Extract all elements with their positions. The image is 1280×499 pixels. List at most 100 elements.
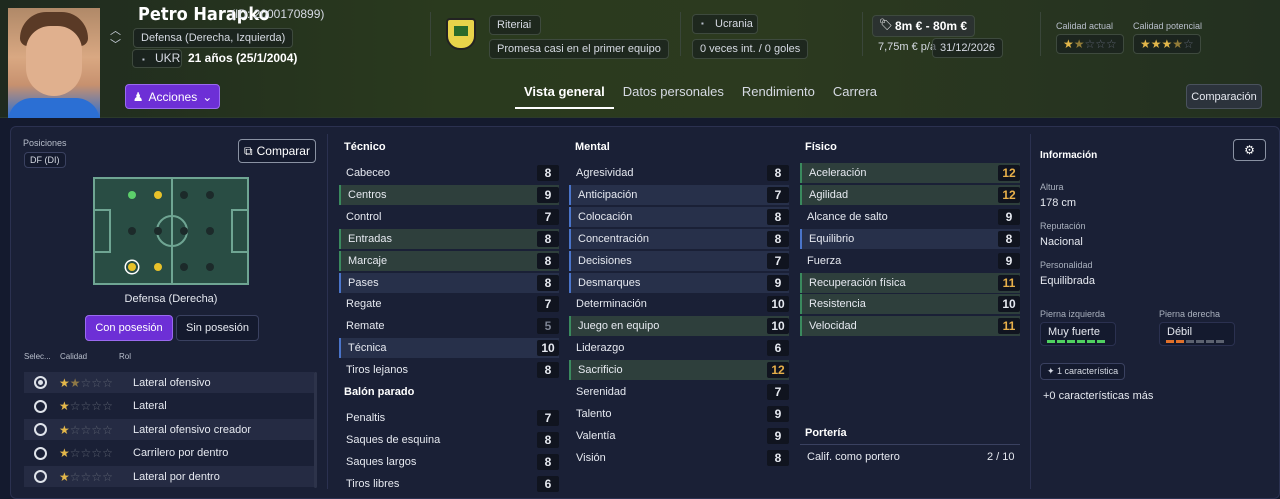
attribute-row[interactable]: Serenidad 7: [569, 382, 789, 402]
attribute-row[interactable]: Regate 7: [339, 294, 559, 314]
attribute-name: Saques de esquina: [346, 433, 441, 446]
attribute-row[interactable]: Pases 8: [339, 272, 559, 293]
role-stars: ★★☆☆☆: [59, 375, 113, 390]
mental-title: Mental: [575, 141, 610, 153]
role-radio[interactable]: [34, 376, 47, 389]
attribute-name: Agilidad: [809, 188, 849, 201]
attribute-row[interactable]: Visión 8: [569, 448, 789, 468]
attribute-value: 9: [998, 252, 1020, 269]
tab-overview[interactable]: Vista general: [515, 82, 614, 109]
attribute-row[interactable]: Saques largos 8: [339, 452, 559, 472]
attribute-row[interactable]: Fuerza 9: [800, 251, 1020, 271]
attribute-name: Técnica: [348, 342, 387, 355]
position-code: DF (DI): [24, 152, 66, 168]
contract-wage: 7,75m € p/a: [878, 41, 937, 53]
attribute-name: Colocación: [578, 210, 633, 223]
attribute-row[interactable]: Control 7: [339, 207, 559, 227]
attribute-row[interactable]: Técnica 10: [339, 338, 559, 359]
attribute-row[interactable]: Agilidad 12: [800, 184, 1020, 205]
attribute-row[interactable]: Talento 9: [569, 404, 789, 424]
role-row[interactable]: ★☆☆☆☆ Lateral: [24, 396, 314, 417]
role-radio[interactable]: [34, 423, 47, 436]
position-dot: [180, 191, 188, 199]
attribute-row[interactable]: Anticipación 7: [569, 184, 789, 205]
role-stars: ★☆☆☆☆: [59, 399, 113, 413]
attribute-name: Centros: [348, 188, 387, 201]
role-row[interactable]: ★★☆☆☆ Lateral ofensivo: [24, 372, 314, 393]
attribute-name: Tiros libres: [346, 477, 400, 490]
attribute-row[interactable]: Agresividad 8: [569, 163, 789, 183]
attribute-value: 8: [767, 208, 789, 225]
attribute-row[interactable]: Tiros lejanos 8: [339, 360, 559, 380]
tab-personal-data[interactable]: Datos personales: [614, 82, 733, 109]
role-row[interactable]: ★☆☆☆☆ Carrilero por dentro: [24, 443, 314, 464]
attribute-row[interactable]: Colocación 8: [569, 206, 789, 227]
attribute-row[interactable]: Concentración 8: [569, 228, 789, 249]
attribute-name: Equilibrio: [809, 232, 855, 245]
more-traits: +0 características más: [1043, 390, 1154, 402]
info-settings-icon[interactable]: ⚙: [1233, 139, 1266, 161]
club-name[interactable]: Riteriai: [489, 15, 541, 35]
attribute-row[interactable]: Saques de esquina 8: [339, 430, 559, 450]
right-foot-label: Pierna derecha: [1159, 309, 1221, 319]
attribute-value: 9: [767, 405, 789, 422]
player-header: ︿ ﹀ Petro Harapko (ID: 2000170899) Defen…: [0, 0, 1280, 118]
chevron-down-icon[interactable]: ﹀: [110, 36, 121, 52]
attribute-row[interactable]: Alcance de salto 9: [800, 207, 1020, 227]
attribute-name: Sacrificio: [578, 364, 623, 377]
attribute-value: 10: [998, 296, 1020, 313]
attribute-value: 10: [767, 296, 789, 313]
without-ball-toggle[interactable]: Sin posesión: [176, 315, 259, 341]
attribute-row[interactable]: Resistencia 10: [800, 294, 1020, 315]
attribute-row[interactable]: Liderazgo 6: [569, 338, 789, 358]
role-row[interactable]: ★☆☆☆☆ Lateral ofensivo creador: [24, 419, 314, 440]
attribute-value: 8: [767, 230, 789, 247]
tab-career[interactable]: Carrera: [824, 82, 886, 109]
with-ball-toggle[interactable]: Con posesión: [85, 315, 173, 341]
role-radio[interactable]: [34, 446, 47, 460]
role-radio[interactable]: [34, 470, 47, 483]
attribute-row[interactable]: Marcaje 8: [339, 250, 559, 271]
flag-icon: ▪: [142, 55, 145, 64]
attribute-row[interactable]: Penaltis 7: [339, 408, 559, 428]
attribute-row[interactable]: Valentía 9: [569, 426, 789, 446]
comparison-button[interactable]: Comparación: [1186, 84, 1262, 109]
attribute-row[interactable]: Recuperación física 11: [800, 272, 1020, 293]
attribute-row[interactable]: Desmarques 9: [569, 272, 789, 293]
attribute-row[interactable]: Determinación 10: [569, 294, 789, 314]
attribute-value: 8: [537, 252, 559, 269]
attribute-row[interactable]: Velocidad 11: [800, 316, 1020, 337]
compare-button[interactable]: ⧉ Comparar: [238, 139, 316, 163]
attribute-row[interactable]: Tiros libres 6: [339, 474, 559, 494]
attribute-row[interactable]: Centros 9: [339, 184, 559, 205]
club-badge[interactable]: [446, 18, 476, 50]
attribute-value: 11: [998, 318, 1020, 335]
attribute-value: 11: [998, 274, 1020, 291]
reputation-label: Reputación: [1040, 221, 1086, 231]
attribute-row[interactable]: Decisiones 7: [569, 250, 789, 271]
divider: [680, 12, 681, 56]
tab-performance[interactable]: Rendimiento: [733, 82, 824, 109]
attribute-value: 5: [537, 318, 559, 335]
attribute-row[interactable]: Remate 5: [339, 316, 559, 336]
actions-button[interactable]: ♟ Acciones ⌄: [125, 84, 220, 109]
tecnico-title: Técnico: [344, 141, 386, 153]
personality-label: Personalidad: [1040, 260, 1093, 270]
position-dot: [180, 263, 188, 271]
attribute-row[interactable]: Sacrificio 12: [569, 360, 789, 381]
attribute-value: 8: [537, 274, 559, 291]
attribute-value: 6: [767, 340, 789, 357]
attribute-row[interactable]: Equilibrio 8: [800, 228, 1020, 249]
attribute-row[interactable]: Cabeceo 8: [339, 163, 559, 183]
role-scrollbar[interactable]: [314, 372, 317, 488]
role-row[interactable]: ★☆☆☆☆ Lateral por dentro: [24, 466, 314, 487]
attribute-row[interactable]: Juego en equipo 10: [569, 316, 789, 337]
attribute-row[interactable]: Entradas 8: [339, 228, 559, 249]
attribute-row[interactable]: Aceleración 12: [800, 163, 1020, 183]
traits-pill[interactable]: ✦ 1 característica: [1040, 363, 1126, 380]
role-radio[interactable]: [34, 399, 47, 413]
player-nation: UKR: [155, 51, 181, 65]
col-select: Selec...: [24, 352, 51, 361]
attribute-name: Control: [346, 210, 382, 223]
divider: [430, 12, 431, 56]
